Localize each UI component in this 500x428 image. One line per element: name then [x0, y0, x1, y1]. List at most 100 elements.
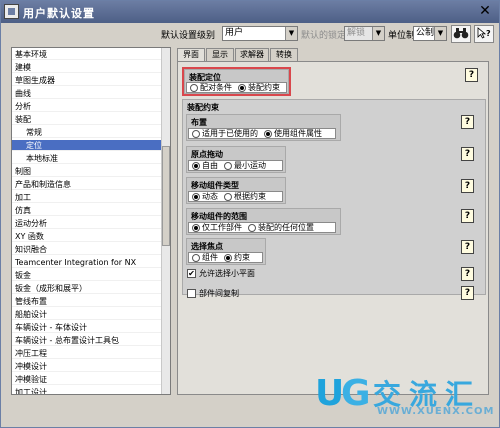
tab-solver[interactable]: 求解器	[235, 48, 269, 61]
layout-options: 适用于已使用的 使用组件属性	[188, 128, 336, 139]
svg-text:?: ?	[486, 29, 491, 38]
list-item[interactable]: 曲线	[12, 88, 162, 99]
scroll-thumb[interactable]	[162, 146, 170, 246]
inter-part-copy-checkbox[interactable]: 部件间复制	[187, 288, 239, 299]
layout-group: 布置 适用于已使用的 使用组件属性	[186, 114, 341, 141]
radio-label: 组件	[202, 253, 218, 262]
list-scrollbar[interactable]	[161, 48, 170, 394]
list-item[interactable]: XY 函数	[12, 231, 162, 242]
list-item[interactable]: 基本环境	[12, 49, 162, 60]
list-item[interactable]: 冲模验证	[12, 374, 162, 385]
radio-constraint[interactable]	[224, 253, 232, 262]
tab-convert[interactable]: 转换	[270, 48, 298, 61]
user-defaults-dialog: 用户默认设置 ✕ 默认设置级别 用户 ▼ 默认的锁定状态 解锁 ▼ 单位制 公制…	[0, 0, 500, 428]
level-select-value: 用户	[225, 28, 244, 38]
list-item[interactable]: 车辆设计 - 总布置设计工具包	[12, 335, 162, 346]
unit-select[interactable]: 公制 ▼	[413, 26, 447, 41]
checkbox-label: 允许选择小平面	[199, 269, 255, 278]
level-select[interactable]: 用户 ▼	[222, 26, 298, 41]
radio-label: 动态	[202, 192, 218, 201]
checkbox-checked[interactable]: ✔	[187, 269, 196, 278]
radio-by-constraints[interactable]	[224, 192, 232, 201]
move-component-range-options: 仅工作部件 装配的任何位置	[188, 222, 336, 233]
origin-move-group: 原点拖动 自由 最小运动	[186, 146, 286, 173]
list-item[interactable]: 运动分析	[12, 218, 162, 229]
list-item[interactable]: 草图生成器	[12, 75, 162, 86]
list-item[interactable]: 加工设计	[12, 387, 162, 394]
select-focus-options: 组件 约束	[188, 252, 263, 263]
list-item[interactable]: 产品和制造信息	[12, 179, 162, 190]
list-item[interactable]: 船舶设计	[12, 309, 162, 320]
allow-select-plane-checkbox[interactable]: ✔ 允许选择小平面	[187, 268, 255, 279]
watermark-url: WWW.XUENX.COM	[377, 406, 495, 417]
chevron-down-icon: ▼	[434, 27, 446, 40]
select-focus-group: 选择焦点 组件 约束	[186, 238, 266, 265]
help-icon[interactable]: ?	[461, 240, 474, 254]
highlight-frame	[182, 67, 291, 96]
category-list[interactable]: 基本环境 建模 草图生成器 曲线 分析 装配 常规 定位 本地标准 制图 产品和…	[11, 47, 171, 395]
radio-label: 使用组件属性	[274, 129, 322, 138]
help-icon[interactable]: ?	[461, 115, 474, 129]
watermark-logo: G	[341, 373, 371, 414]
toolbar: 默认设置级别 用户 ▼ 默认的锁定状态 解锁 ▼ 单位制 公制 ▼ ?	[1, 23, 499, 44]
radio-use-component-properties[interactable]	[264, 129, 272, 138]
tab-interface[interactable]: 界面	[177, 48, 205, 62]
help-icon[interactable]: ?	[461, 267, 474, 281]
list-item-selected[interactable]: 定位	[12, 140, 162, 151]
list-item[interactable]: 装配	[12, 114, 162, 125]
list-item[interactable]: 管线布置	[12, 296, 162, 307]
move-component-type-group: 移动组件类型 动态 根据约束	[186, 177, 286, 204]
help-icon[interactable]: ?	[461, 147, 474, 161]
move-component-type-title: 移动组件类型	[191, 181, 239, 190]
select-focus-title: 选择焦点	[191, 242, 223, 251]
help-icon[interactable]: ?	[461, 209, 474, 223]
radio-work-part-only[interactable]	[192, 223, 200, 232]
list-item[interactable]: 知识融合	[12, 244, 162, 255]
unit-label: 单位制	[388, 31, 416, 41]
radio-label: 仅工作部件	[202, 223, 242, 232]
list-item[interactable]: 钣金（成形和展平）	[12, 283, 162, 294]
help-icon[interactable]: ?	[461, 286, 474, 300]
list-item[interactable]: 常规	[12, 127, 162, 138]
unit-select-value: 公制	[416, 28, 435, 38]
binoculars-icon[interactable]	[451, 25, 471, 43]
radio-free[interactable]	[192, 161, 200, 170]
list-item[interactable]: 本地标准	[12, 153, 162, 164]
chevron-down-icon: ▼	[285, 27, 297, 40]
origin-move-options: 自由 最小运动	[188, 160, 283, 171]
tab-display[interactable]: 显示	[206, 48, 234, 61]
assembly-constraints-title: 装配约束	[187, 103, 219, 112]
lock-select[interactable]: 解锁 ▼	[344, 26, 385, 41]
radio-label: 根据约束	[234, 192, 266, 201]
radio-applies-to-used[interactable]	[192, 129, 200, 138]
radio-anywhere-in-assembly[interactable]	[248, 223, 256, 232]
list-item[interactable]: 制图	[12, 166, 162, 177]
help-icon[interactable]: ?	[465, 68, 478, 82]
list-item[interactable]: 冲压工程	[12, 348, 162, 359]
radio-label: 约束	[234, 253, 250, 262]
list-item[interactable]: 车辆设计 - 车体设计	[12, 322, 162, 333]
help-pointer-icon[interactable]: ?	[474, 25, 494, 43]
radio-minimal-motion[interactable]	[224, 161, 232, 170]
list-item[interactable]: 加工	[12, 192, 162, 203]
move-component-range-group: 移动组件的范围 仅工作部件 装配的任何位置	[186, 208, 341, 235]
level-label: 默认设置级别	[161, 31, 216, 41]
radio-label: 最小运动	[234, 161, 266, 170]
checkbox-unchecked[interactable]	[187, 289, 196, 298]
close-icon[interactable]: ✕	[477, 3, 493, 19]
list-item[interactable]: Teamcenter Integration for NX	[12, 257, 162, 268]
list-item[interactable]: 冲模设计	[12, 361, 162, 372]
origin-move-title: 原点拖动	[191, 150, 223, 159]
radio-label: 装配的任何位置	[258, 223, 314, 232]
list-item[interactable]: 钣金	[12, 270, 162, 281]
chevron-down-icon: ▼	[372, 27, 384, 40]
list-item[interactable]: 分析	[12, 101, 162, 112]
move-component-type-options: 动态 根据约束	[188, 191, 283, 202]
radio-component[interactable]	[192, 253, 200, 262]
help-icon[interactable]: ?	[461, 179, 474, 193]
checkbox-label: 部件间复制	[199, 289, 239, 298]
list-item[interactable]: 仿真	[12, 205, 162, 216]
title-bar[interactable]: 用户默认设置 ✕	[1, 1, 499, 23]
radio-dynamic[interactable]	[192, 192, 200, 201]
list-item[interactable]: 建模	[12, 62, 162, 73]
